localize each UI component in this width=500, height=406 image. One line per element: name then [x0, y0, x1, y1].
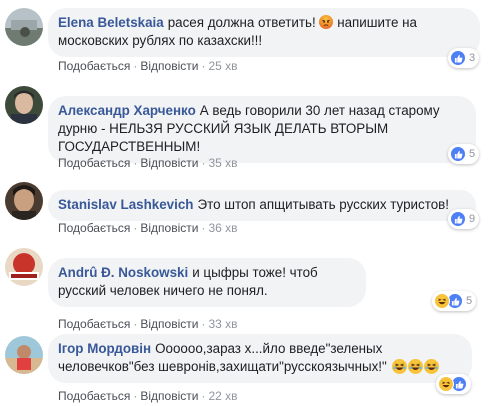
- like-reaction-icon: [450, 146, 466, 162]
- separator: ·: [201, 389, 206, 403]
- separator: ·: [133, 221, 138, 235]
- comment-2: Александр Харченко А ведь говорили 30 лет…: [0, 84, 500, 170]
- reaction-summary[interactable]: 3: [448, 48, 480, 68]
- reaction-count: 5: [469, 148, 476, 160]
- separator: ·: [133, 156, 138, 170]
- reaction-summary[interactable]: 9: [448, 209, 480, 229]
- comment-timestamp[interactable]: 35 хв: [208, 156, 237, 170]
- laughing-emoji-group: [391, 359, 439, 374]
- like-link[interactable]: Подобається: [58, 156, 130, 170]
- reaction-summary[interactable]: [436, 374, 471, 394]
- comment-5: Ігор Мордовін Оооооо,зараз х...йло введе"…: [0, 326, 500, 406]
- laughing-face-emoji-icon: [407, 359, 423, 374]
- comment-author[interactable]: Ігор Мордовін: [58, 341, 151, 356]
- comment-actions: Подобається · Відповісти · 25 хв: [58, 59, 238, 73]
- separator: ·: [201, 221, 206, 235]
- comment-bubble: Ігор Мордовін Оооооо,зараз х...йло введе"…: [48, 334, 472, 383]
- comment-bubble: Andrû Ð. Noskowski и цыфры тоже! чтоб рус…: [48, 258, 366, 307]
- reply-link[interactable]: Відповісти: [140, 59, 198, 73]
- comment-author[interactable]: Andrû Ð. Noskowski: [58, 265, 188, 280]
- separator: ·: [201, 59, 206, 73]
- comment-bubble: Александр Харченко А ведь говорили 30 лет…: [48, 96, 476, 163]
- comment-bubble: Stanislav Lashkevich Это штоп апщитывать …: [48, 190, 476, 221]
- reply-link[interactable]: Відповісти: [140, 156, 198, 170]
- like-link[interactable]: Подобається: [58, 59, 130, 73]
- comment-timestamp[interactable]: 25 хв: [208, 59, 237, 73]
- separator: ·: [133, 59, 138, 73]
- reaction-summary[interactable]: 5: [448, 144, 480, 164]
- reply-link[interactable]: Відповісти: [140, 221, 198, 235]
- comment-actions: Подобається · Відповісти · 35 хв: [58, 156, 238, 170]
- comment-actions: Подобається · Відповісти · 36 хв: [58, 221, 238, 235]
- laughing-face-emoji-icon: [391, 359, 407, 374]
- avatar[interactable]: [5, 8, 43, 46]
- like-reaction-icon: [450, 211, 466, 227]
- comment-actions: Подобається · Відповісти · 22 хв: [58, 389, 238, 403]
- comment-text: расея должна ответить!: [167, 15, 316, 30]
- comment-1: Elena Beletskaia расея должна ответить! н…: [0, 4, 500, 84]
- haha-reaction-icon: [434, 293, 450, 309]
- reaction-count: 5: [466, 295, 473, 307]
- reaction-count: 9: [469, 213, 476, 225]
- reply-link[interactable]: Відповісти: [140, 389, 198, 403]
- separator: ·: [201, 156, 206, 170]
- comment-timestamp[interactable]: 22 хв: [208, 389, 237, 403]
- reaction-count: 3: [469, 52, 476, 64]
- separator: ·: [133, 389, 138, 403]
- reaction-summary[interactable]: 5: [432, 291, 477, 311]
- laughing-face-emoji-icon: [423, 359, 439, 374]
- like-link[interactable]: Подобається: [58, 389, 130, 403]
- avatar[interactable]: [5, 182, 43, 220]
- haha-reaction-icon: [438, 376, 454, 392]
- avatar[interactable]: [5, 86, 43, 124]
- comment-author[interactable]: Александр Харченко: [58, 103, 196, 118]
- like-link[interactable]: Подобається: [58, 221, 130, 235]
- like-reaction-icon: [450, 50, 466, 66]
- comment-timestamp[interactable]: 36 хв: [208, 221, 237, 235]
- avatar[interactable]: [5, 336, 43, 374]
- angry-face-emoji-icon: [319, 15, 334, 29]
- comment-author[interactable]: Stanislav Lashkevich: [58, 197, 193, 212]
- comment-4: Andrû Ð. Noskowski и цыфры тоже! чтоб рус…: [0, 246, 500, 331]
- avatar[interactable]: [5, 248, 43, 286]
- comment-author[interactable]: Elena Beletskaia: [58, 15, 164, 30]
- comment-bubble: Elena Beletskaia расея должна ответить! н…: [48, 8, 480, 57]
- comment-text: Это штоп апщитывать русских туристов!: [197, 197, 449, 212]
